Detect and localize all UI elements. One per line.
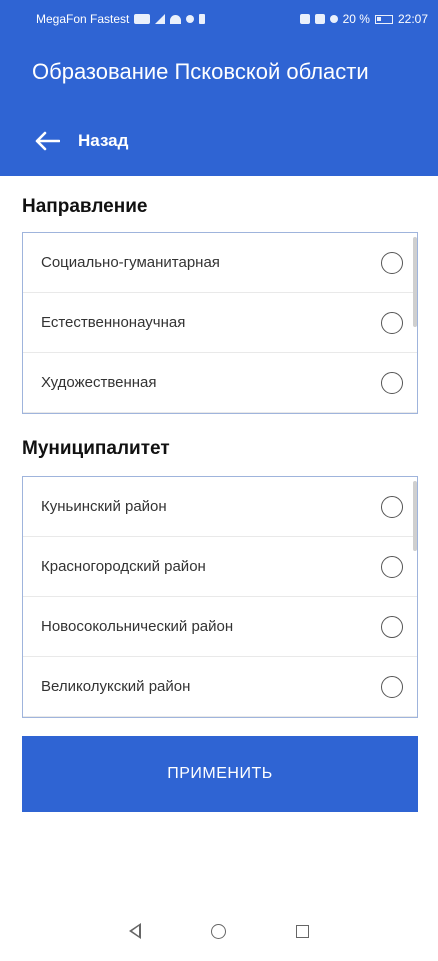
- direction-option-social[interactable]: Социально-гуманитарная: [23, 233, 417, 293]
- option-label: Великолукский район: [41, 678, 191, 695]
- option-label: Естественнонаучная: [41, 314, 186, 331]
- signal-icon: [155, 14, 166, 24]
- radio-button[interactable]: [381, 675, 403, 698]
- wifi-icon: [170, 14, 182, 24]
- battery-icon: [374, 14, 393, 24]
- status-right: 20 % 22:07: [299, 12, 428, 26]
- status-left: MegaFon Fastest: [36, 12, 206, 26]
- radio-button[interactable]: [381, 555, 403, 578]
- nav-recents-icon[interactable]: [296, 924, 309, 938]
- nav-back-icon[interactable]: [129, 923, 141, 939]
- option-label: Куньинский район: [41, 498, 167, 515]
- nfc-icon: [299, 14, 310, 24]
- vibrate-icon: [314, 14, 325, 24]
- scrollbar[interactable]: [413, 481, 417, 551]
- direction-options: Социально-гуманитарная Естественнонаучна…: [22, 232, 418, 414]
- status-bar: MegaFon Fastest 20 % 22:07: [0, 0, 438, 38]
- radio-button[interactable]: [381, 615, 403, 638]
- back-button[interactable]: Назад: [0, 106, 438, 176]
- radio-button[interactable]: [381, 495, 403, 518]
- direction-option-art[interactable]: Художественная: [23, 353, 417, 413]
- option-label: Социально-гуманитарная: [41, 254, 220, 271]
- municipality-options: Куньинский район Красногородский район Н…: [22, 476, 418, 718]
- radio-button[interactable]: [381, 311, 403, 334]
- back-label: Назад: [78, 131, 129, 150]
- option-label: Новосокольнический район: [41, 618, 234, 635]
- lock-icon: [199, 14, 206, 24]
- filter-content: Направление Социально-гуманитарная Естес…: [0, 176, 438, 961]
- carrier-name: MegaFon Fastest: [36, 12, 130, 26]
- radio-button[interactable]: [381, 251, 403, 274]
- option-label: Художественная: [41, 374, 157, 391]
- direction-option-natural-science[interactable]: Естественнонаучная: [23, 293, 417, 353]
- municipality-option-velikiye-luki[interactable]: Великолукский район: [23, 657, 417, 717]
- scrollbar[interactable]: [413, 237, 417, 327]
- municipality-option-kunya[interactable]: Куньинский район: [23, 477, 417, 537]
- alarm-icon: [329, 15, 338, 23]
- notification-dot-icon: [186, 15, 195, 23]
- municipality-title: Муниципалитет: [22, 438, 170, 459]
- radio-button[interactable]: [381, 371, 403, 394]
- nav-home-icon[interactable]: [211, 923, 226, 939]
- option-label: Красногородский район: [41, 558, 206, 575]
- app-title: Образование Псковской области: [32, 59, 369, 84]
- battery-percent: 20 %: [342, 12, 370, 26]
- message-icon: [134, 14, 151, 24]
- municipality-option-novosokolniki[interactable]: Новосокольнический район: [23, 597, 417, 657]
- clock: 22:07: [397, 12, 428, 26]
- direction-title: Направление: [22, 196, 148, 217]
- system-nav-bar: [0, 901, 438, 961]
- app-bar: Образование Псковской области: [0, 38, 438, 106]
- arrow-left-icon: [35, 131, 60, 151]
- municipality-option-krasnogorodsk[interactable]: Красногородский район: [23, 537, 417, 597]
- apply-button[interactable]: ПРИМЕНИТЬ: [22, 736, 418, 812]
